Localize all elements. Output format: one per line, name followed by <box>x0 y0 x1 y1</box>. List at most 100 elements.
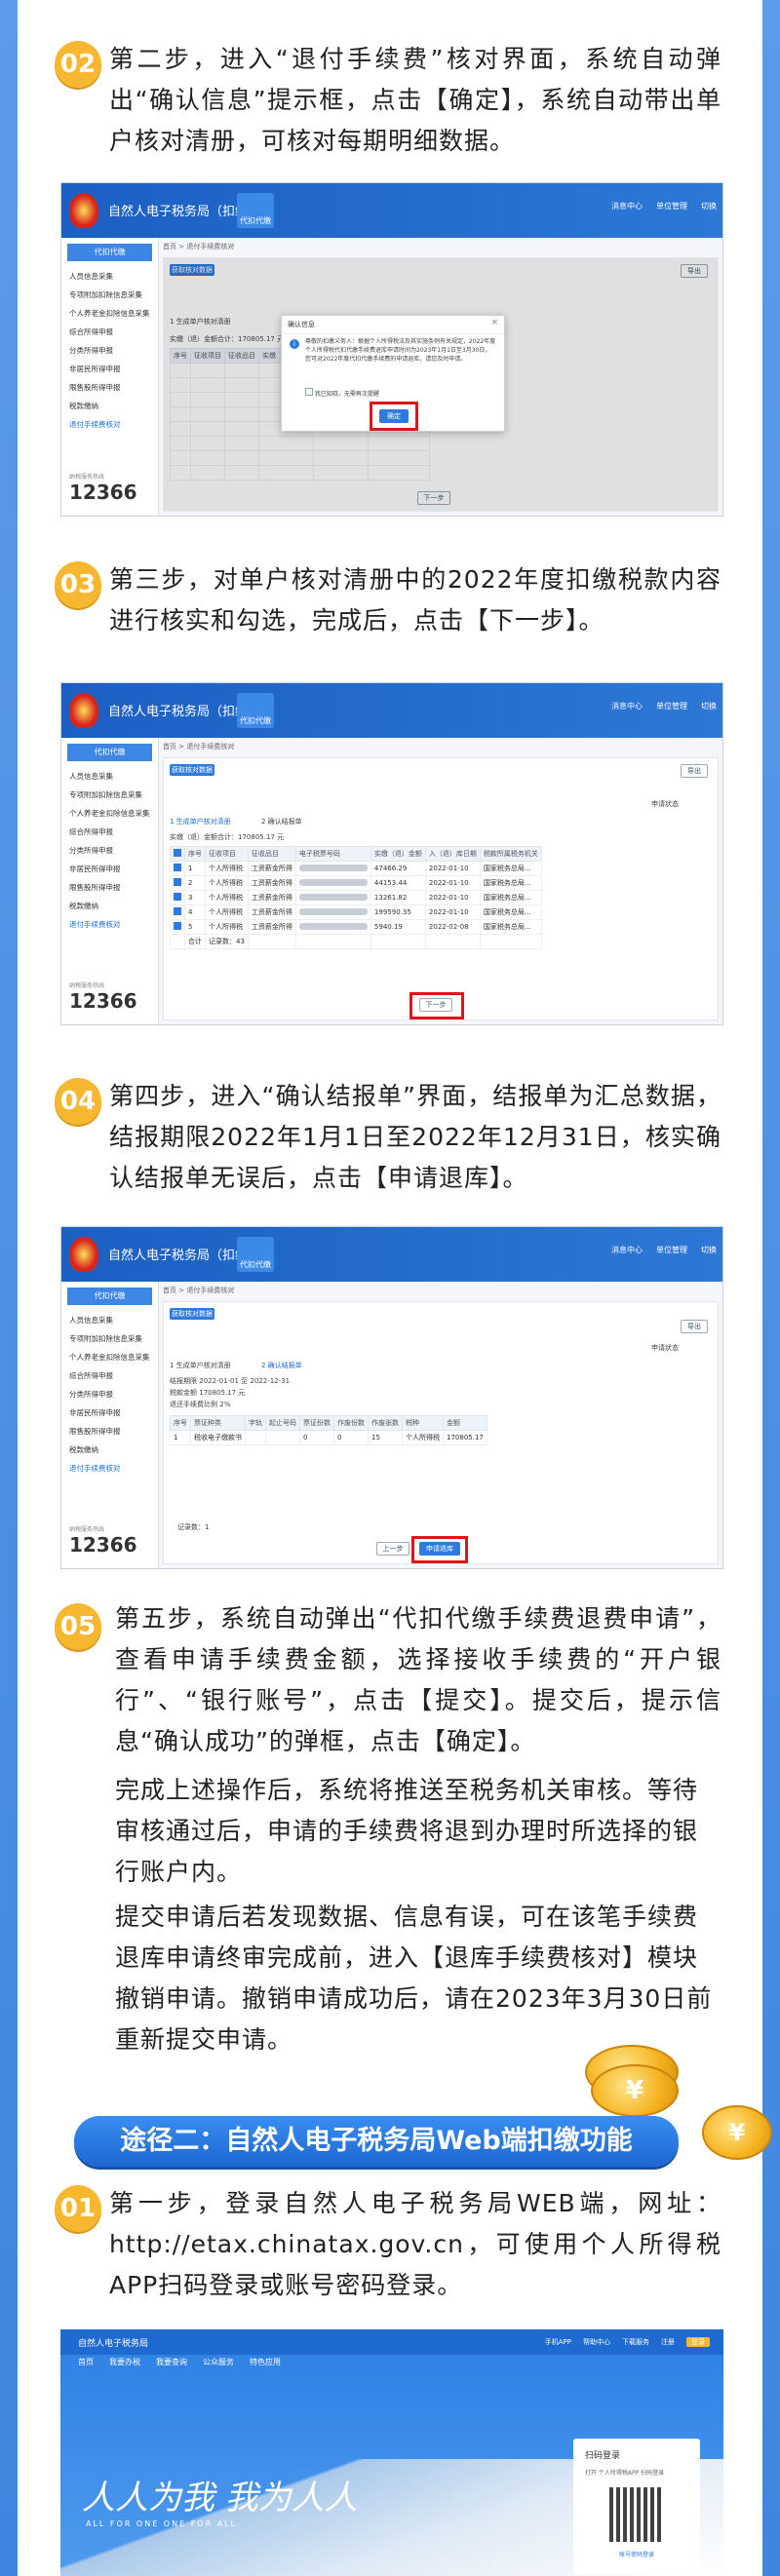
app-header: 自然人电子税务局（扣缴端） 代扣代缴 消息中心 单位管理 切换 <box>61 683 722 738</box>
web-nav-item[interactable]: 首页 <box>78 2357 94 2367</box>
sidebar-item[interactable]: 人员信息采集 <box>61 267 158 286</box>
col-header: 序号 <box>184 846 206 862</box>
row-checkbox[interactable] <box>174 893 181 901</box>
web-login-link[interactable]: 登录 <box>686 2337 710 2347</box>
cell: 1 <box>170 1430 191 1445</box>
sidebar-item-refund[interactable]: 退付手续费核对 <box>61 1459 158 1478</box>
export-button[interactable]: 导出 <box>681 764 708 778</box>
sidebar-item[interactable]: 非居民所得申报 <box>61 1403 158 1422</box>
dialog-checkbox[interactable]: 我已知晓，无需再次提醒 <box>305 388 379 398</box>
get-data-button[interactable]: 获取核对数据 <box>170 1308 214 1320</box>
col-header: 字轨 <box>245 1415 266 1431</box>
cell: 2022-01-10 <box>424 890 481 905</box>
header-item[interactable]: 单位管理 <box>656 201 687 211</box>
select-all-checkbox[interactable] <box>174 849 181 857</box>
web-link[interactable]: 下载服务 <box>622 2337 649 2347</box>
prev-button[interactable]: 上一步 <box>376 1542 410 1556</box>
row-checkbox[interactable] <box>174 922 181 930</box>
sidebar-item[interactable]: 综合所得申报 <box>61 323 158 341</box>
withhold-icon[interactable]: 代扣代缴 <box>237 693 274 728</box>
sidebar-item[interactable]: 分类所得申报 <box>61 841 158 860</box>
web-nav-item[interactable]: 特色应用 <box>250 2357 281 2367</box>
sidebar-item[interactable]: 税款缴纳 <box>61 397 158 415</box>
sidebar-item[interactable]: 专项附加扣除信息采集 <box>61 1329 158 1348</box>
sidebar-item[interactable]: 非居民所得申报 <box>61 860 158 878</box>
checkbox-label: 我已知晓，无需再次提醒 <box>314 391 379 398</box>
withhold-icon[interactable]: 代扣代缴 <box>237 1237 274 1272</box>
qr-code-icon[interactable] <box>609 2487 664 2542</box>
table-row[interactable]: 5 个人所得税 工资薪金所得 5940.19 2022-02-08 国家税务总局... <box>170 919 542 935</box>
sidebar-item-refund[interactable]: 退付手续费核对 <box>61 415 158 434</box>
header-item[interactable]: 切换 <box>701 201 717 211</box>
sidebar-item[interactable]: 税款缴纳 <box>61 897 158 915</box>
web-link[interactable]: 手机APP <box>545 2337 571 2347</box>
sidebar-item[interactable]: 专项附加扣除信息采集 <box>61 786 158 804</box>
row-checkbox[interactable] <box>174 907 181 915</box>
cell: 2022-01-10 <box>424 904 481 920</box>
tab-2[interactable]: 2 确认结报单 <box>261 1361 302 1370</box>
total-count: 记录数：43 <box>205 934 249 949</box>
table-row[interactable]: 2 个人所得税 工资薪金所得 44153.44 2022-01-10 国家税务总局... <box>170 875 542 891</box>
web-nav-item[interactable]: 我要查询 <box>156 2357 187 2367</box>
cell: 13261.82 <box>370 890 426 905</box>
cell: 2 <box>184 875 206 891</box>
main-area: 首页 > 退付手续费核对 获取核对数据 导出 1 生成单户核对清册 实缴（退）金… <box>163 242 719 512</box>
web-nav-item[interactable]: 我要办税 <box>109 2357 140 2367</box>
info-icon: i <box>290 339 299 349</box>
header-item[interactable]: 单位管理 <box>656 1245 687 1255</box>
slogan: 人人为我 我为人人 <box>82 2479 358 2518</box>
sidebar-item[interactable]: 分类所得申报 <box>61 1385 158 1403</box>
cell: 个人所得税 <box>205 875 249 891</box>
header-item[interactable]: 切换 <box>701 701 717 711</box>
header-item[interactable]: 消息中心 <box>611 201 643 211</box>
sidebar-item-refund[interactable]: 退付手续费核对 <box>61 915 158 934</box>
table-row[interactable]: 1 个人所得税 工资薪金所得 47466.29 2022-01-10 国家税务总局... <box>170 861 542 876</box>
web-link[interactable]: 注册 <box>661 2337 675 2347</box>
app-header: 自然人电子税务局（扣缴端） 代扣代缴 消息中心 单位管理 切换 <box>61 183 722 238</box>
sidebar-item[interactable]: 个人养老金扣除信息采集 <box>61 1348 158 1366</box>
checkbox-icon[interactable] <box>305 388 313 396</box>
tab-2[interactable]: 2 确认结报单 <box>261 817 302 827</box>
sidebar-item[interactable]: 限售股所得申报 <box>61 878 158 897</box>
period-from: 2022-01-01 <box>199 1377 239 1385</box>
web-nav-item[interactable]: 公众服务 <box>203 2357 234 2367</box>
tab-1[interactable]: 1 生成单户核对清册 <box>170 1361 231 1370</box>
table-row[interactable]: 4 个人所得税 工资薪金所得 199590.35 2022-01-10 国家税务总局... <box>170 904 542 920</box>
sidebar-item[interactable]: 人员信息采集 <box>61 767 158 786</box>
header-item[interactable]: 单位管理 <box>656 701 687 711</box>
fee-label: 退还手续费比例 <box>170 1401 217 1408</box>
sidebar-item[interactable]: 限售股所得申报 <box>61 1422 158 1441</box>
coin-symbol: ¥ <box>625 2076 644 2105</box>
sidebar-item[interactable]: 限售股所得申报 <box>61 378 158 397</box>
header-item[interactable]: 消息中心 <box>611 701 643 711</box>
sidebar-item[interactable]: 分类所得申报 <box>61 341 158 360</box>
table-row[interactable]: 3 个人所得税 工资薪金所得 13261.82 2022-01-10 国家税务总局... <box>170 890 542 905</box>
header-item[interactable]: 切换 <box>701 1245 717 1255</box>
coin-icon: ¥ <box>702 2105 772 2160</box>
web-title: 自然人电子税务局 <box>78 2339 149 2349</box>
sidebar-item[interactable]: 税款缴纳 <box>61 1441 158 1459</box>
col-header: 票证种类 <box>190 1415 246 1431</box>
header-menu: 消息中心 单位管理 切换 <box>611 201 717 211</box>
logo-sub: 纳税服务热线 <box>69 1526 105 1533</box>
password-login-link[interactable]: 账号密码登录 <box>573 2550 700 2558</box>
withhold-icon[interactable]: 代扣代缴 <box>237 193 274 228</box>
header-item[interactable]: 消息中心 <box>611 1245 643 1255</box>
sidebar-item[interactable]: 个人养老金扣除信息采集 <box>61 304 158 323</box>
sidebar-item[interactable]: 综合所得申报 <box>61 823 158 841</box>
get-data-button[interactable]: 获取核对数据 <box>170 764 214 776</box>
sidebar-caption: 代扣代缴 <box>67 744 152 761</box>
row-checkbox[interactable] <box>174 864 181 871</box>
sidebar-item[interactable]: 专项附加扣除信息采集 <box>61 286 158 304</box>
sidebar-item[interactable]: 综合所得申报 <box>61 1366 158 1385</box>
web-link[interactable]: 帮助中心 <box>583 2337 610 2347</box>
sidebar-caption: 代扣代缴 <box>67 1288 152 1305</box>
sidebar-item[interactable]: 非居民所得申报 <box>61 360 158 378</box>
sidebar-item[interactable]: 人员信息采集 <box>61 1311 158 1329</box>
close-icon[interactable]: × <box>490 318 498 327</box>
export-button[interactable]: 导出 <box>681 1320 708 1333</box>
row-checkbox[interactable] <box>174 878 181 886</box>
app-header: 自然人电子税务局（扣缴端） 代扣代缴 消息中心 单位管理 切换 <box>61 1227 722 1282</box>
sidebar-item[interactable]: 个人养老金扣除信息采集 <box>61 804 158 823</box>
tab-1[interactable]: 1 生成单户核对清册 <box>170 817 231 827</box>
